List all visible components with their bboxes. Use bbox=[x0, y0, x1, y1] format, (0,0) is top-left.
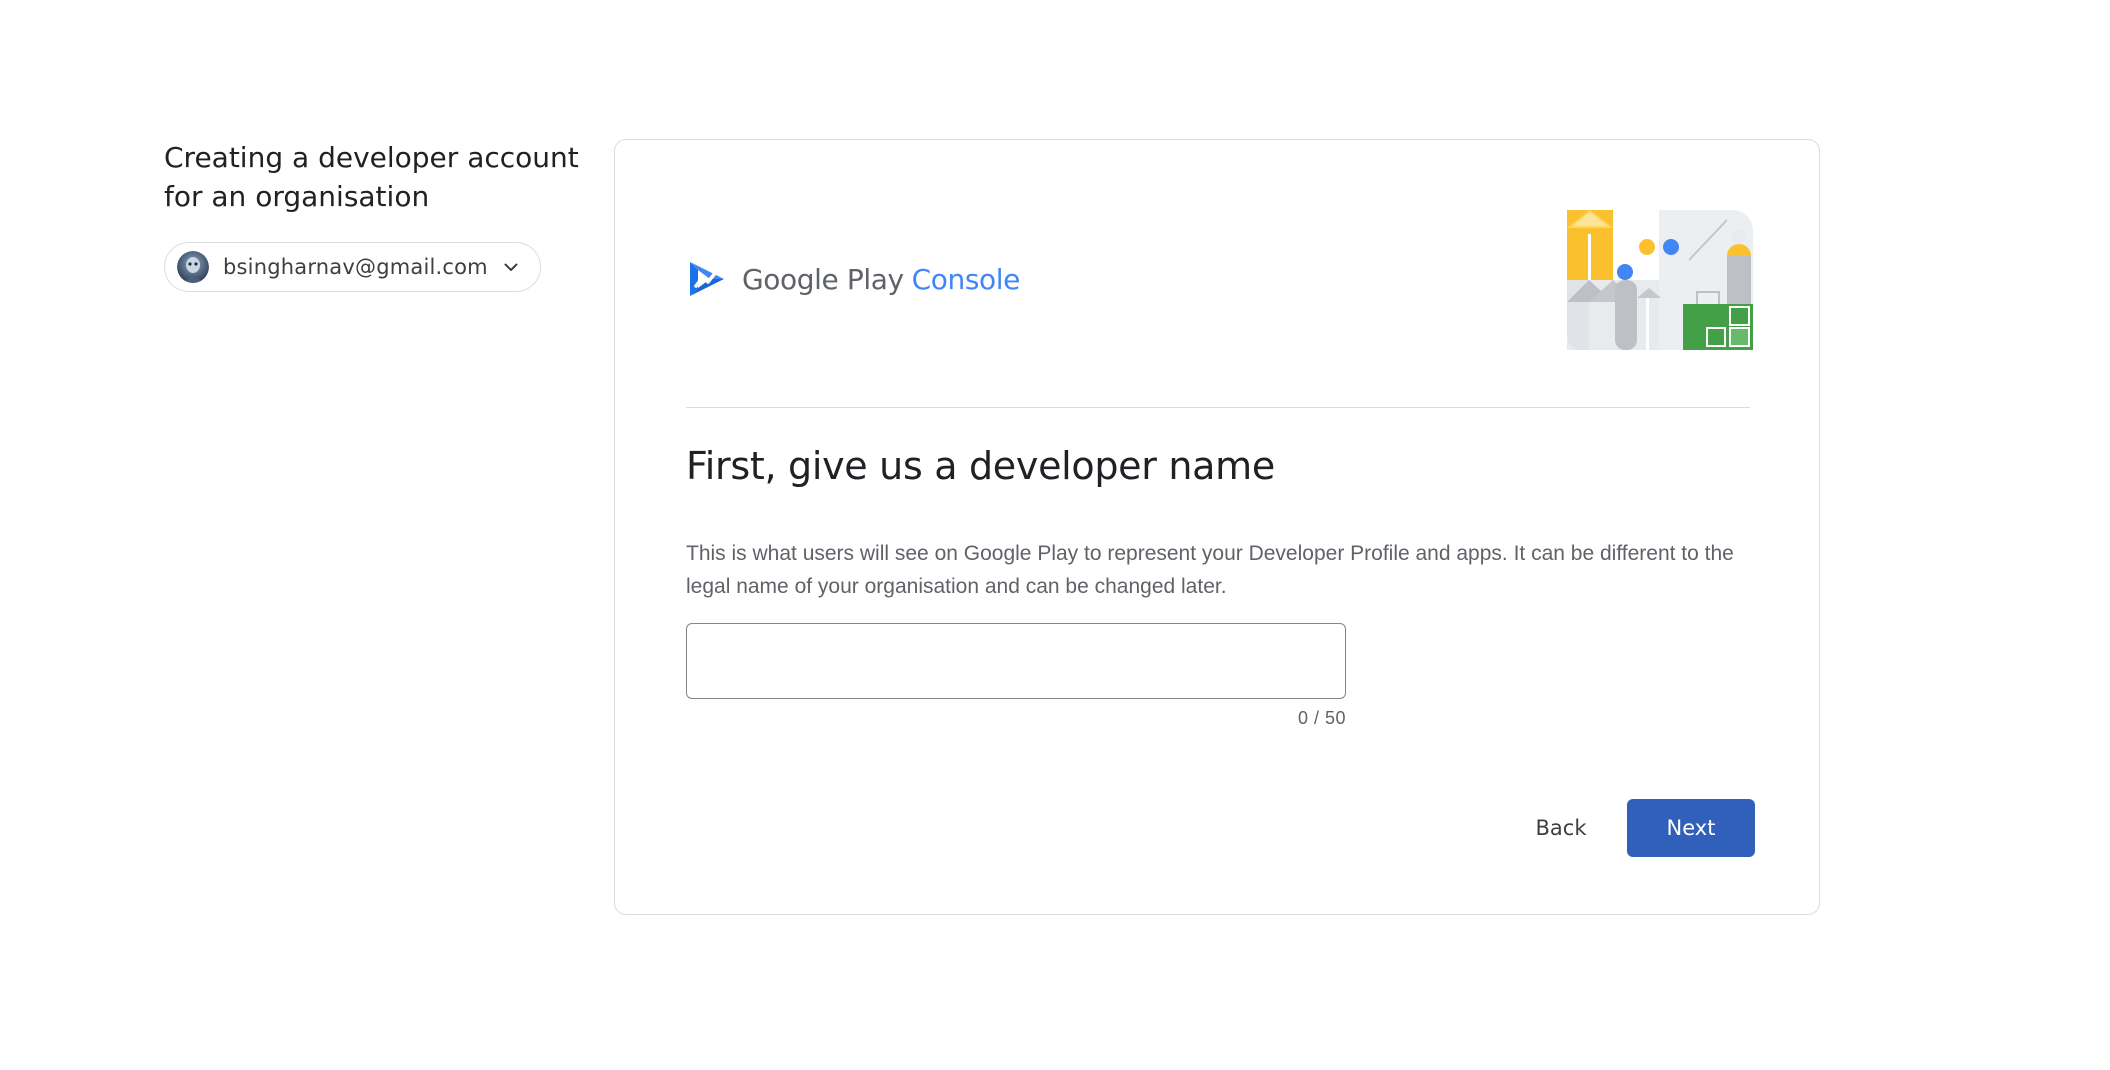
next-button[interactable]: Next bbox=[1627, 799, 1755, 857]
account-switcher[interactable]: bsingharnav@gmail.com bbox=[164, 242, 541, 292]
signup-card: Google Play Console First, give us a dev… bbox=[614, 139, 1820, 915]
chevron-down-icon bbox=[502, 258, 520, 276]
page: Creating a developer account for an orga… bbox=[0, 0, 2110, 1070]
page-title: Creating a developer account for an orga… bbox=[164, 141, 579, 213]
developer-name-input[interactable] bbox=[686, 623, 1346, 699]
header-divider bbox=[686, 407, 1750, 408]
header-illustration bbox=[1567, 210, 1753, 350]
brand-name: Google Play Console bbox=[742, 263, 1020, 296]
brand-header: Google Play Console bbox=[686, 258, 1020, 300]
form-description: This is what users will see on Google Pl… bbox=[686, 542, 1734, 598]
brand-name-secondary: Console bbox=[911, 262, 1021, 296]
back-button[interactable]: Back bbox=[1515, 799, 1607, 857]
character-counter: 0 / 50 bbox=[1297, 708, 1346, 728]
avatar bbox=[177, 251, 209, 283]
left-column: Creating a developer account for an orga… bbox=[164, 138, 584, 292]
brand-name-primary: Google Play bbox=[742, 262, 904, 296]
play-console-logo-icon bbox=[686, 258, 728, 300]
form-heading: First, give us a developer name bbox=[686, 444, 1275, 488]
account-email: bsingharnav@gmail.com bbox=[223, 255, 488, 279]
